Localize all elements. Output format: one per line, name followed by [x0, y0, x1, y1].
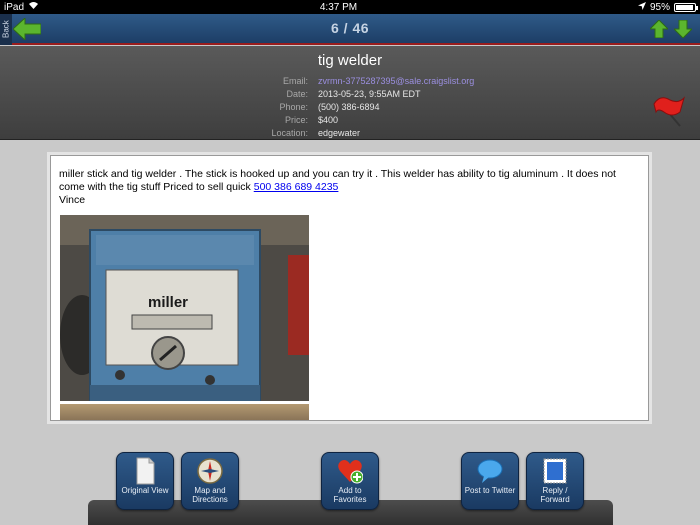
original-view-button[interactable]: Original View [116, 452, 174, 510]
meta-row-location: Location: edgewater [230, 127, 474, 140]
speech-bubble-icon [477, 459, 503, 483]
map-directions-label: Map and Directions [192, 486, 228, 504]
stamp-icon [543, 458, 567, 484]
add-favorites-label: Add to Favorites [333, 486, 367, 504]
email-label: Email: [282, 76, 308, 86]
battery-percent: 95% [649, 1, 670, 13]
meta-row-phone: Phone: (500) 386-6894 [230, 101, 474, 114]
price-label: Price: [284, 115, 308, 125]
original-view-label: Original View [121, 486, 169, 495]
back-tab[interactable]: Back [0, 14, 12, 45]
listing-body-card: miller stick and tig welder . The stick … [50, 155, 649, 421]
heart-plus-icon [338, 460, 363, 484]
date-value: 2013-05-23, 9:55AM EDT [318, 89, 421, 99]
meta-row-email: Email: zvrmn-3775287395@sale.craigslist.… [230, 75, 474, 88]
listing-photo[interactable]: miller [60, 215, 309, 401]
location-label: Location: [271, 128, 308, 138]
location-icon [637, 1, 646, 13]
next-arrow-icon[interactable] [672, 19, 694, 39]
reply-forward-label: Reply / Forward [540, 486, 570, 504]
phone-link[interactable]: 500 386 689 4235 [254, 181, 339, 193]
device-name: iPad [4, 1, 25, 13]
listing-header: tig welder Email: zvrmn-3775287395@sale.… [0, 46, 700, 140]
price-value: $400 [318, 115, 339, 125]
clock: 4:37 PM [319, 1, 358, 13]
meta-row-price: Price: $400 [230, 114, 474, 127]
flag-icon[interactable] [650, 94, 686, 128]
wifi-icon [28, 1, 39, 13]
battery-icon [674, 2, 698, 12]
navigation-bar: Back 6 / 46 [0, 14, 700, 45]
reply-forward-button[interactable]: Reply / Forward [526, 452, 584, 510]
phone-value: (500) 386-6894 [318, 102, 380, 112]
listing-counter: 6 / 46 [330, 20, 370, 36]
status-bar: iPad 4:37 PM 95% [0, 0, 700, 14]
compass-icon [197, 458, 223, 484]
listing-title: tig welder [317, 52, 383, 69]
location-value: edgewater [318, 128, 361, 138]
photo-brand-text: miller [148, 294, 188, 311]
meta-row-date: Date: 2013-05-23, 9:55AM EDT [230, 88, 474, 101]
map-directions-button[interactable]: Map and Directions [181, 452, 239, 510]
listing-signature: Vince [59, 194, 86, 206]
back-arrow-icon[interactable] [12, 16, 42, 42]
listing-photo-secondary[interactable] [60, 404, 309, 420]
document-icon [136, 457, 155, 485]
listing-meta: Email: zvrmn-3775287395@sale.craigslist.… [230, 75, 474, 140]
date-label: Date: [286, 89, 308, 99]
email-link[interactable]: zvrmn-3775287395@sale.craigslist.org [318, 75, 474, 88]
add-favorites-button[interactable]: Add to Favorites [321, 452, 379, 510]
post-twitter-label: Post to Twitter [464, 486, 516, 495]
post-twitter-button[interactable]: Post to Twitter [461, 452, 519, 510]
phone-label: Phone: [279, 102, 308, 112]
previous-arrow-icon[interactable] [648, 19, 670, 39]
